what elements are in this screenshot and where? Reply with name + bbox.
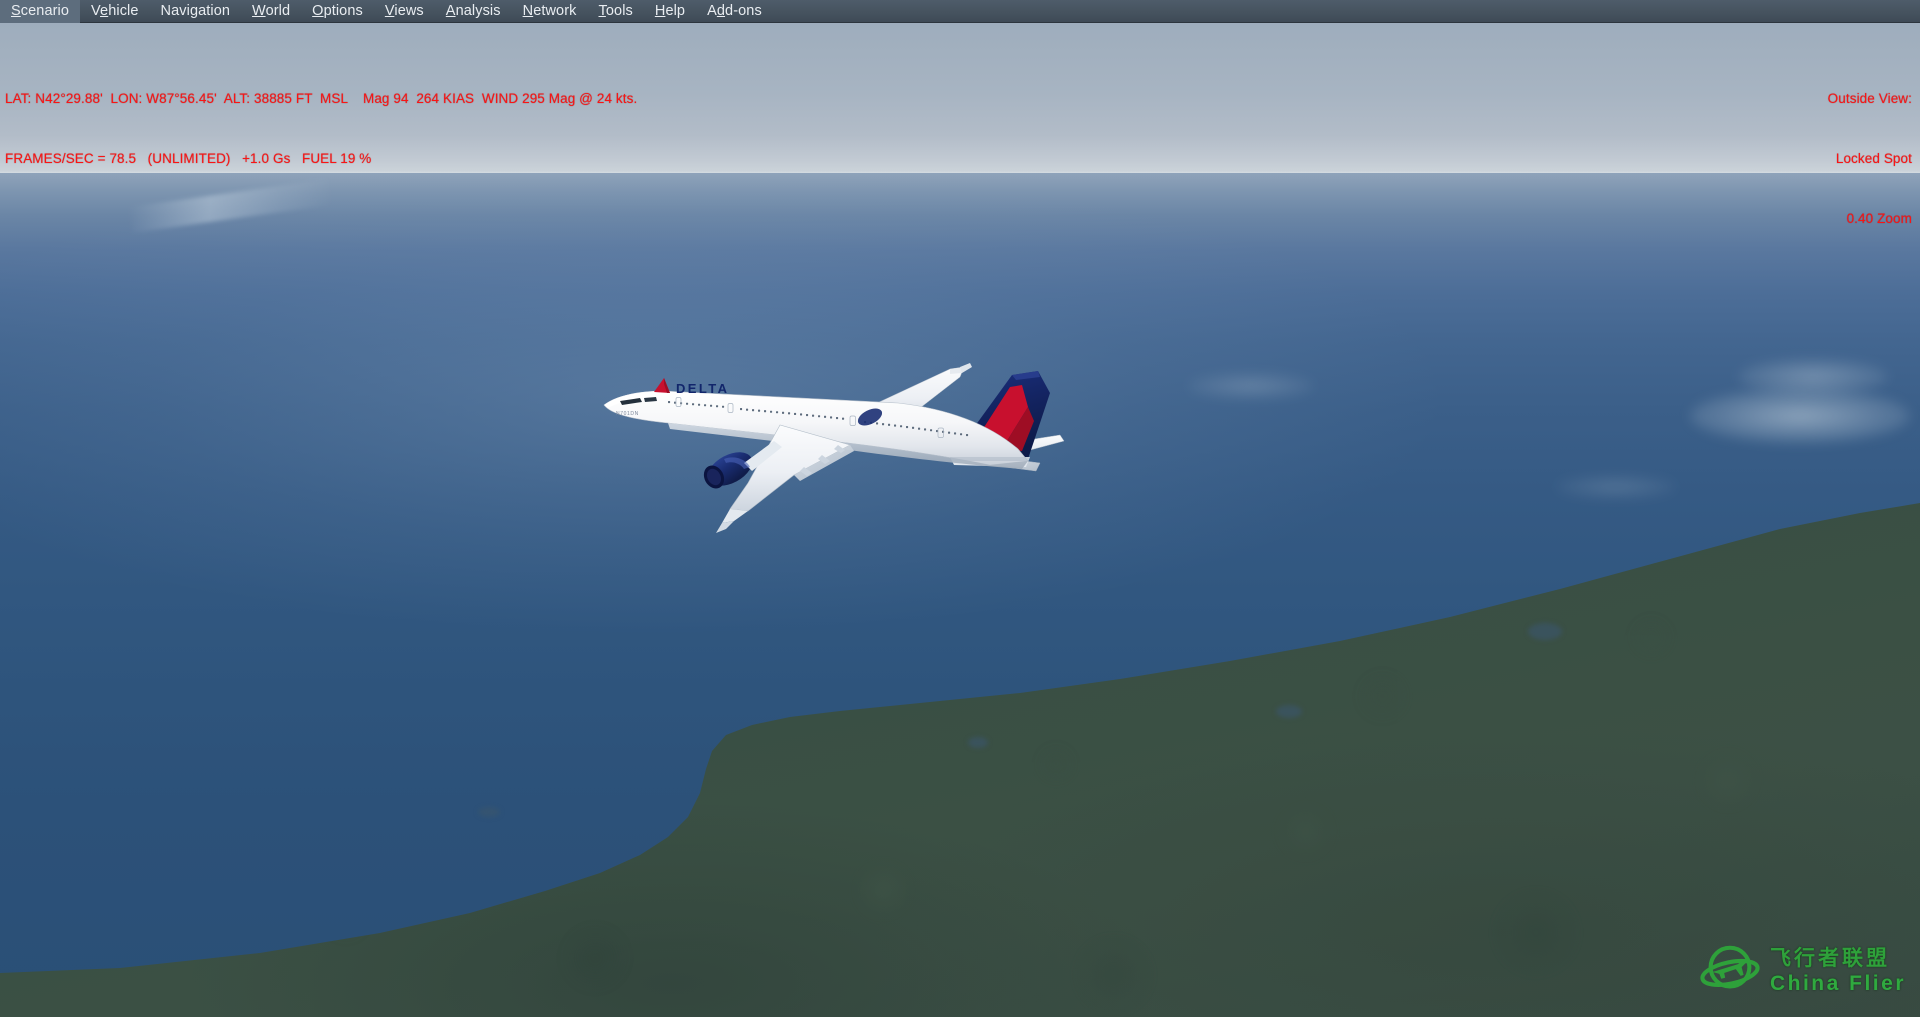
hud-view-mode: Locked Spot bbox=[1835, 151, 1912, 166]
watermark-english: China Flier bbox=[1769, 972, 1906, 995]
cloud-wisp bbox=[1556, 475, 1676, 499]
hud-status-line: FRAMES/SEC = 78.5 (UNLIMITED) +1.0 Gs FU… bbox=[5, 151, 372, 166]
menu-analysis[interactable]: Analysis bbox=[435, 0, 512, 23]
menu-navigation[interactable]: Navigation bbox=[150, 0, 242, 23]
cloud-wisp bbox=[1188, 373, 1314, 399]
hud-telemetry-left: LAT: N42°29.88' LON: W87°56.45' ALT: 388… bbox=[5, 49, 637, 209]
watermark-text: 飞行者联盟 China Flier bbox=[1770, 948, 1906, 994]
cloud-wisp bbox=[1690, 389, 1910, 443]
simulator-viewport[interactable]: DELTA N701DN LAT: N42°29.88' LON: W87°56… bbox=[0, 23, 1920, 1017]
tail-root-shadow bbox=[950, 457, 1030, 461]
inland-lake bbox=[478, 807, 500, 817]
menu-addons[interactable]: Add-ons bbox=[696, 0, 773, 23]
menu-network[interactable]: Network bbox=[512, 0, 588, 23]
hud-view-label: Outside View: bbox=[1827, 91, 1912, 106]
globe-airplane-logo-icon bbox=[1700, 945, 1760, 989]
svg-text:DELTA: DELTA bbox=[676, 381, 729, 396]
menu-help[interactable]: Help bbox=[644, 0, 696, 23]
cloud-wisp bbox=[1738, 359, 1888, 395]
menu-views[interactable]: Views bbox=[374, 0, 435, 23]
menu-scenario[interactable]: Scenario bbox=[0, 0, 81, 23]
inland-lake bbox=[1528, 623, 1562, 640]
menu-bar: Scenario Vehicle Navigation World Option… bbox=[0, 0, 1920, 23]
china-flier-watermark: 飞行者联盟 China Flier bbox=[1699, 933, 1906, 1009]
inland-lake bbox=[968, 737, 988, 748]
watermark-chinese: 飞行者联盟 bbox=[1769, 947, 1890, 970]
user-aircraft-delta-777: DELTA N701DN bbox=[598, 333, 1078, 543]
menu-world[interactable]: World bbox=[241, 0, 301, 23]
flight-simulator-window: Scenario Vehicle Navigation World Option… bbox=[0, 0, 1920, 1017]
hud-view-info-right: Outside View: Locked Spot 0.40 Zoom bbox=[1828, 49, 1912, 269]
hud-position-line: LAT: N42°29.88' LON: W87°56.45' ALT: 388… bbox=[5, 91, 638, 106]
menu-tools[interactable]: Tools bbox=[588, 0, 644, 23]
hud-zoom-level: 0.40 Zoom bbox=[1846, 211, 1912, 226]
menu-vehicle[interactable]: Vehicle bbox=[80, 0, 149, 23]
inland-lake bbox=[1276, 705, 1302, 718]
svg-text:N701DN: N701DN bbox=[616, 411, 639, 417]
menu-options[interactable]: Options bbox=[301, 0, 374, 23]
